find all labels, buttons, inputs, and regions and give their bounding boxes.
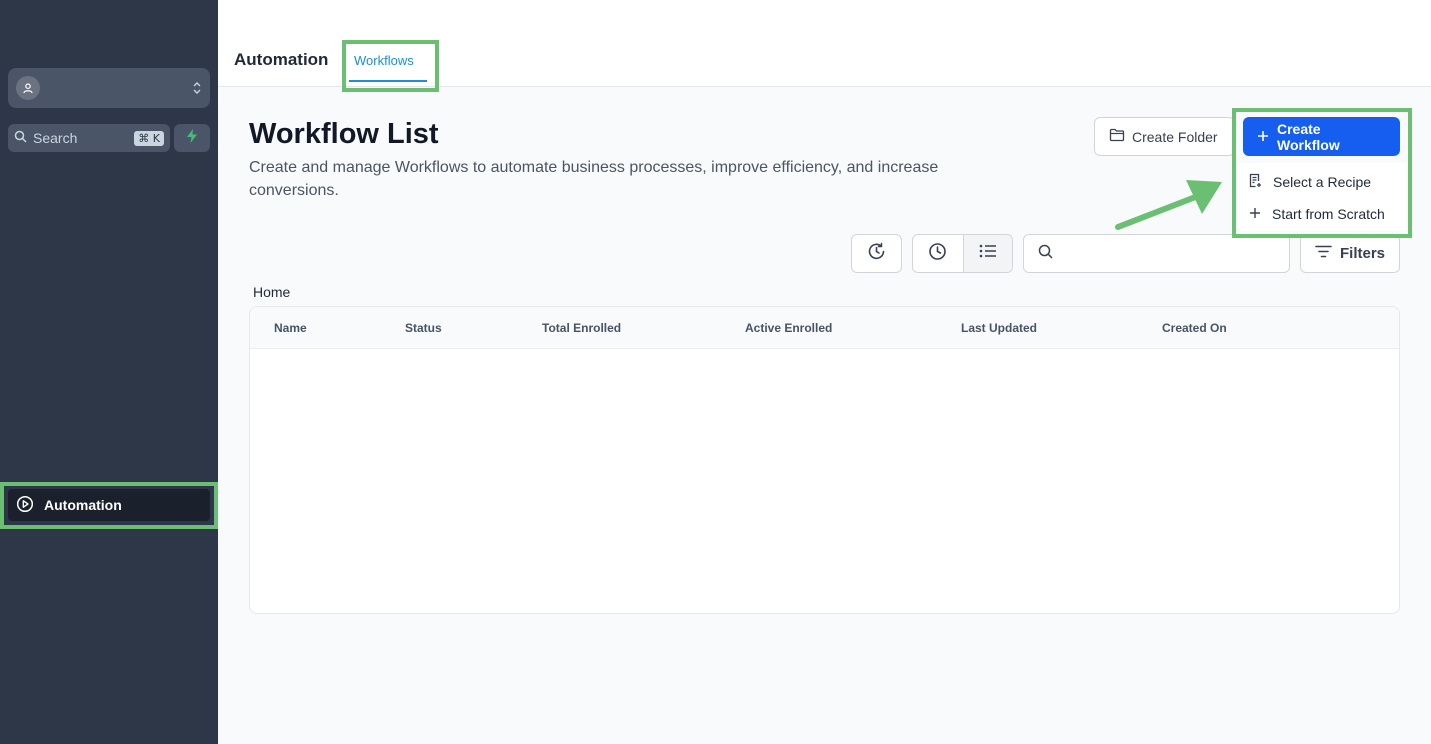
- top-header: Automation Workflows: [218, 0, 1431, 87]
- column-header-name[interactable]: Name: [274, 321, 307, 335]
- clock-icon: [928, 242, 947, 266]
- menu-item-label: Start from Scratch: [1272, 206, 1385, 222]
- column-header-status[interactable]: Status: [405, 321, 442, 335]
- tab-workflows[interactable]: Workflows: [354, 53, 414, 68]
- create-workflow-label: Create Workflow: [1277, 120, 1340, 153]
- workflow-search-input[interactable]: [1023, 234, 1290, 273]
- history-button[interactable]: [851, 234, 902, 273]
- sidebar-item-automation[interactable]: Automation: [8, 489, 210, 521]
- column-header-active-enrolled[interactable]: Active Enrolled: [745, 321, 832, 335]
- create-workflow-menu: Select a Recipe Start from Scratch: [1237, 163, 1406, 231]
- quick-actions-button[interactable]: [174, 124, 210, 152]
- create-folder-button[interactable]: Create Folder: [1094, 117, 1235, 156]
- view-toggle-group: [912, 234, 1013, 273]
- search-icon: [14, 130, 27, 146]
- search-shortcut-badge: ⌘ K: [134, 130, 164, 146]
- search-icon: [1038, 244, 1053, 264]
- sidebar-search[interactable]: Search ⌘ K: [8, 124, 170, 152]
- column-header-last-updated[interactable]: Last Updated: [961, 321, 1037, 335]
- lightning-bolt-icon: [186, 128, 198, 148]
- chevron-up-down-icon: [192, 80, 202, 96]
- user-icon: [16, 76, 40, 100]
- workflow-table: Name Status Total Enrolled Active Enroll…: [249, 306, 1400, 614]
- annotation-arrow: [1115, 180, 1222, 230]
- filters-button[interactable]: Filters: [1300, 234, 1400, 273]
- active-tab-indicator: [349, 80, 427, 82]
- folder-icon: [1109, 128, 1125, 145]
- plus-icon: [1257, 129, 1269, 145]
- table-header-row: Name Status Total Enrolled Active Enroll…: [250, 307, 1399, 349]
- account-switcher[interactable]: [8, 68, 210, 108]
- column-header-created-on[interactable]: Created On: [1162, 321, 1227, 335]
- plus-icon: [1249, 206, 1261, 222]
- create-folder-label: Create Folder: [1132, 128, 1218, 145]
- list-icon: [979, 244, 997, 263]
- sidebar-search-placeholder: Search: [33, 130, 78, 146]
- page-description: Create and manage Workflows to automate …: [249, 159, 939, 199]
- filters-label: Filters: [1340, 245, 1386, 262]
- sidebar-item-label: Automation: [44, 497, 122, 513]
- page-title: Workflow List: [249, 118, 439, 150]
- filter-lines-icon: [1315, 245, 1332, 262]
- header-title: Automation: [234, 50, 329, 69]
- menu-item-start-from-scratch[interactable]: Start from Scratch: [1249, 206, 1385, 222]
- create-workflow-button[interactable]: Create Workflow: [1243, 117, 1400, 156]
- play-circle-icon: [16, 495, 34, 516]
- menu-item-label: Select a Recipe: [1273, 174, 1372, 190]
- list-view-button[interactable]: [962, 235, 1012, 272]
- breadcrumb-home[interactable]: Home: [253, 284, 290, 300]
- sidebar: Search ⌘ K Automation: [0, 0, 218, 744]
- column-header-total-enrolled[interactable]: Total Enrolled: [542, 321, 621, 335]
- recent-view-button[interactable]: [913, 235, 963, 272]
- menu-item-select-recipe[interactable]: Select a Recipe: [1249, 173, 1371, 191]
- recipe-icon: [1249, 173, 1262, 191]
- history-icon: [867, 242, 886, 266]
